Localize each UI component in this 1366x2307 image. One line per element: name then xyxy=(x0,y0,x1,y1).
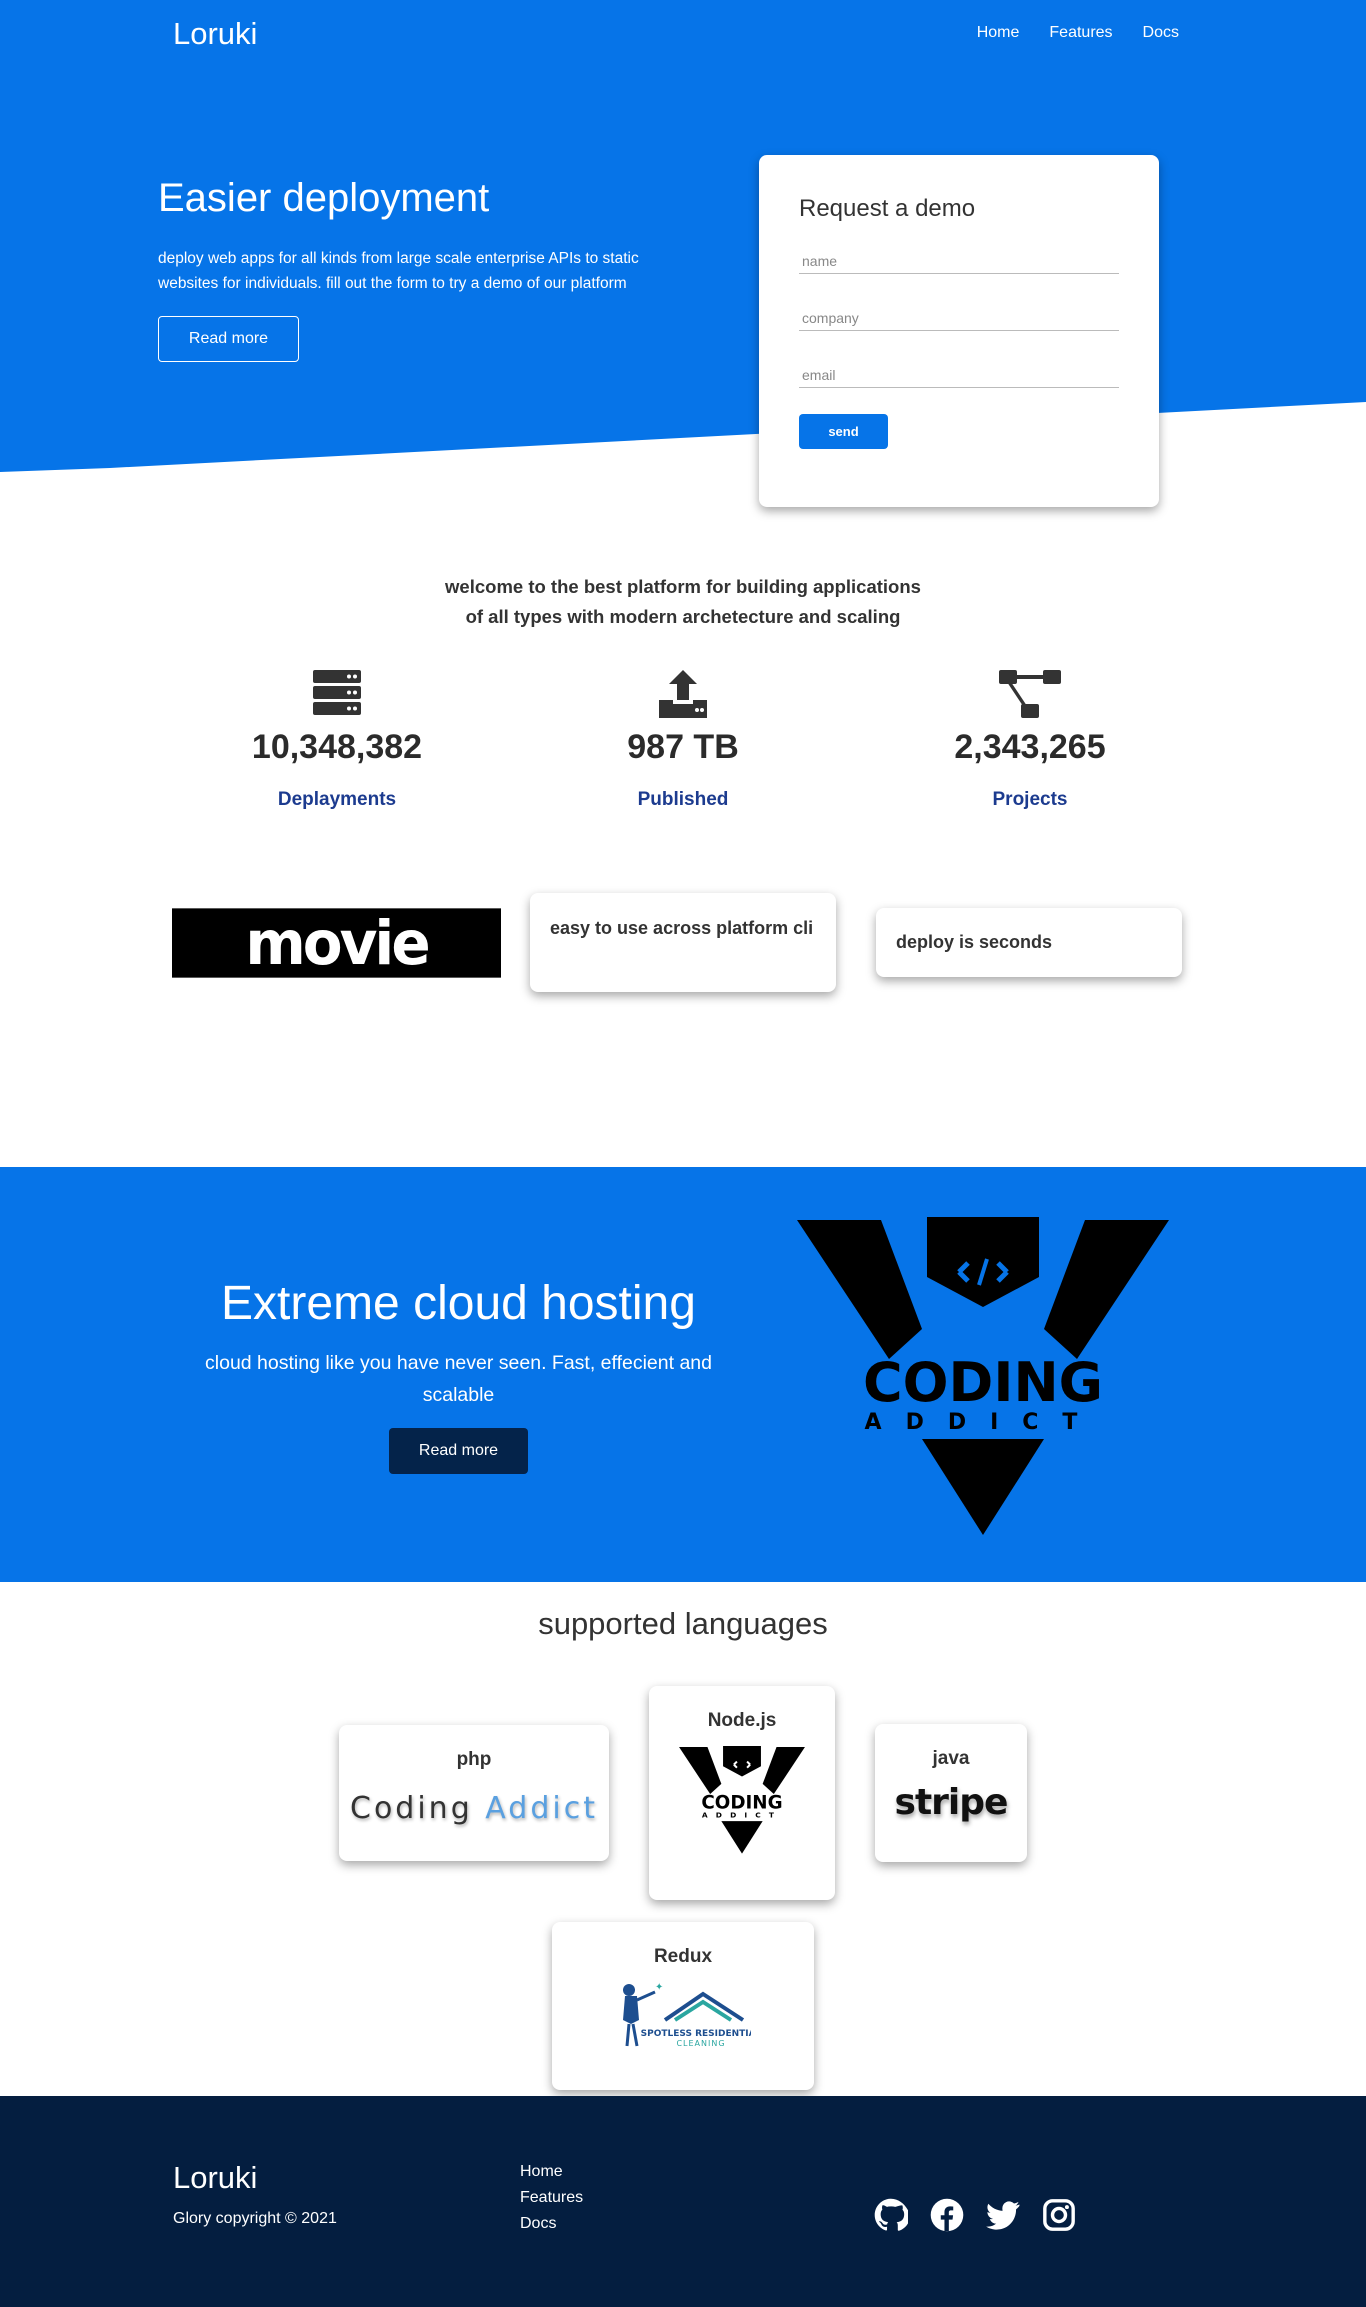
footer-logo[interactable]: Loruki xyxy=(173,2160,257,2196)
logo-part-a: Coding xyxy=(350,1791,473,1826)
stat-value: 10,348,382 xyxy=(251,728,423,766)
logo-part-b: Addict xyxy=(485,1791,598,1826)
hero-background xyxy=(0,0,1366,472)
supported-languages-title: supported languages xyxy=(538,1606,828,1641)
server-icon xyxy=(187,670,487,726)
hero-title: Easier deployment xyxy=(158,176,490,220)
lang-name: php xyxy=(456,1749,492,1770)
github-icon[interactable] xyxy=(874,2198,911,2232)
coding-addict-logo: CODING ADDICT xyxy=(797,1217,1169,1547)
site-logo[interactable]: Loruki xyxy=(173,16,257,52)
hero-description: deploy web apps for all kinds from large… xyxy=(158,250,639,292)
welcome-text: welcome to the best platform for buildin… xyxy=(0,572,1366,632)
lang-name: Redux xyxy=(653,1946,713,1967)
demo-form-title: Request a demo xyxy=(799,195,976,222)
project-diagram-icon xyxy=(880,670,1180,726)
hero-read-more-button[interactable]: Read more xyxy=(158,316,299,362)
node-logo-word: CODING xyxy=(701,1792,782,1813)
stat-label: Deplayments xyxy=(277,789,397,810)
footer-copyright: Glory copyright © 2021 xyxy=(173,2210,337,2227)
coding-addict-logo-small: CODING ADDICT xyxy=(649,1746,835,1861)
coding-logo-word: CODING xyxy=(863,1351,1103,1414)
stat-value: 987 TB xyxy=(627,728,739,766)
stat-label: Projects xyxy=(992,789,1068,810)
send-button[interactable]: send xyxy=(799,414,888,449)
welcome-line-1: welcome to the best platform for buildin… xyxy=(445,576,921,597)
cleaning-logo-line1: SPOTLESS RESIDENTIAL xyxy=(641,2029,751,2039)
social-links xyxy=(874,2198,1076,2232)
feature-card-cli: easy to use across platform cli xyxy=(530,893,836,992)
welcome-line-2: of all types with modern archetecture an… xyxy=(465,606,901,627)
cloud-title: Extreme cloud hosting xyxy=(221,1277,696,1330)
stat-label: Published xyxy=(637,789,729,810)
feature-card-deploy: deploy is seconds xyxy=(876,908,1182,977)
svg-text:✦: ✦ xyxy=(655,1982,663,1993)
cleaning-logo-line2: CLEANING xyxy=(676,2039,725,2048)
site-footer: Loruki Glory copyright © 2021 Home Featu… xyxy=(0,2096,1366,2307)
stat-value: 2,343,265 xyxy=(954,728,1106,766)
lang-card-java: java stripe xyxy=(875,1724,1027,1862)
nav-home-link[interactable]: Home xyxy=(977,24,1020,42)
upload-icon xyxy=(533,670,833,726)
lang-card-nodejs: Node.js CODING ADDICT xyxy=(649,1686,835,1900)
feature-card-text: deploy is seconds xyxy=(896,932,1053,952)
cloud-description: cloud hosting like you have never seen. … xyxy=(205,1352,712,1406)
node-logo-sub: ADDICT xyxy=(702,1811,782,1820)
footer-features-link[interactable]: Features xyxy=(520,2188,583,2208)
feature-card-text: easy to use across platform cli xyxy=(550,918,814,938)
lang-card-redux: Redux ✦ SPOTLESS RESIDENTIAL CLEANING xyxy=(552,1922,814,2090)
coding-addict-text-logo: Coding Addict xyxy=(339,1791,609,1826)
lang-name: java xyxy=(932,1748,970,1769)
company-field[interactable] xyxy=(799,306,1119,331)
footer-home-link[interactable]: Home xyxy=(520,2162,583,2182)
lang-card-php: php Coding Addict xyxy=(339,1725,609,1861)
stat-published: 987 TB Published xyxy=(533,670,833,811)
nav-features-link[interactable]: Features xyxy=(1049,24,1112,42)
footer-links: Home Features Docs xyxy=(520,2162,583,2234)
twitter-icon[interactable] xyxy=(986,2198,1020,2232)
stat-deployments: 10,348,382 Deplayments xyxy=(187,670,487,811)
spotless-cleaning-logo: ✦ SPOTLESS RESIDENTIAL CLEANING xyxy=(552,1980,814,2052)
name-field[interactable] xyxy=(799,249,1119,274)
site-header: Loruki Home Features Docs xyxy=(0,0,1366,70)
nav-docs-link[interactable]: Docs xyxy=(1143,24,1179,42)
cloud-read-more-button[interactable]: Read more xyxy=(389,1428,528,1474)
main-nav: Home Features Docs xyxy=(977,24,1179,42)
cloud-hosting-section: Extreme cloud hosting cloud hosting like… xyxy=(0,1167,1366,1582)
email-field[interactable] xyxy=(799,363,1119,388)
facebook-icon[interactable] xyxy=(930,2198,964,2232)
stat-projects: 2,343,265 Projects xyxy=(880,670,1180,811)
footer-docs-link[interactable]: Docs xyxy=(520,2214,583,2234)
instagram-icon[interactable] xyxy=(1042,2198,1076,2232)
movie-hunter-logo: movie hunter xyxy=(172,908,501,978)
stripe-logo: stripe xyxy=(894,1782,1009,1823)
lang-name: Node.js xyxy=(707,1710,777,1731)
demo-request-form: Request a demo send xyxy=(759,155,1159,507)
coding-logo-sub: ADDICT xyxy=(865,1410,1102,1435)
